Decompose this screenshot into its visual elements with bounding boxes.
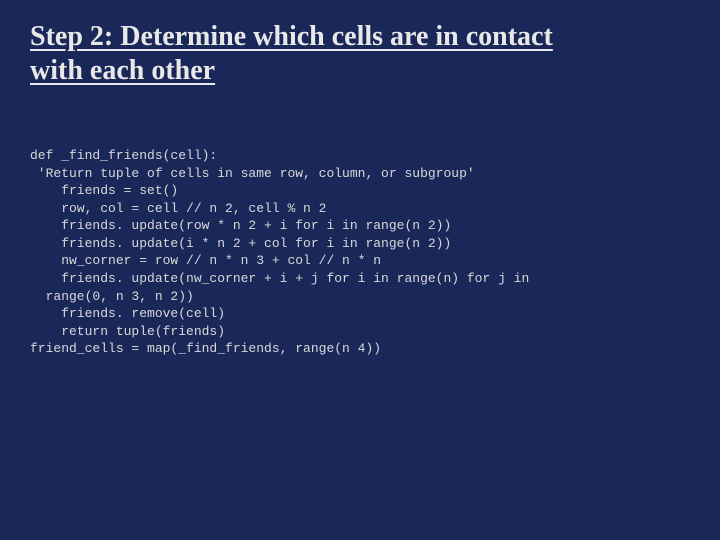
title-line-2: with each other bbox=[30, 55, 215, 86]
title-line-1: Step 2: Determine which cells are in con… bbox=[30, 21, 553, 52]
code-block: def _find_friends(cell): 'Return tuple o… bbox=[30, 147, 690, 358]
slide-title: Step 2: Determine which cells are in con… bbox=[30, 20, 690, 87]
slide: Step 2: Determine which cells are in con… bbox=[0, 0, 720, 540]
